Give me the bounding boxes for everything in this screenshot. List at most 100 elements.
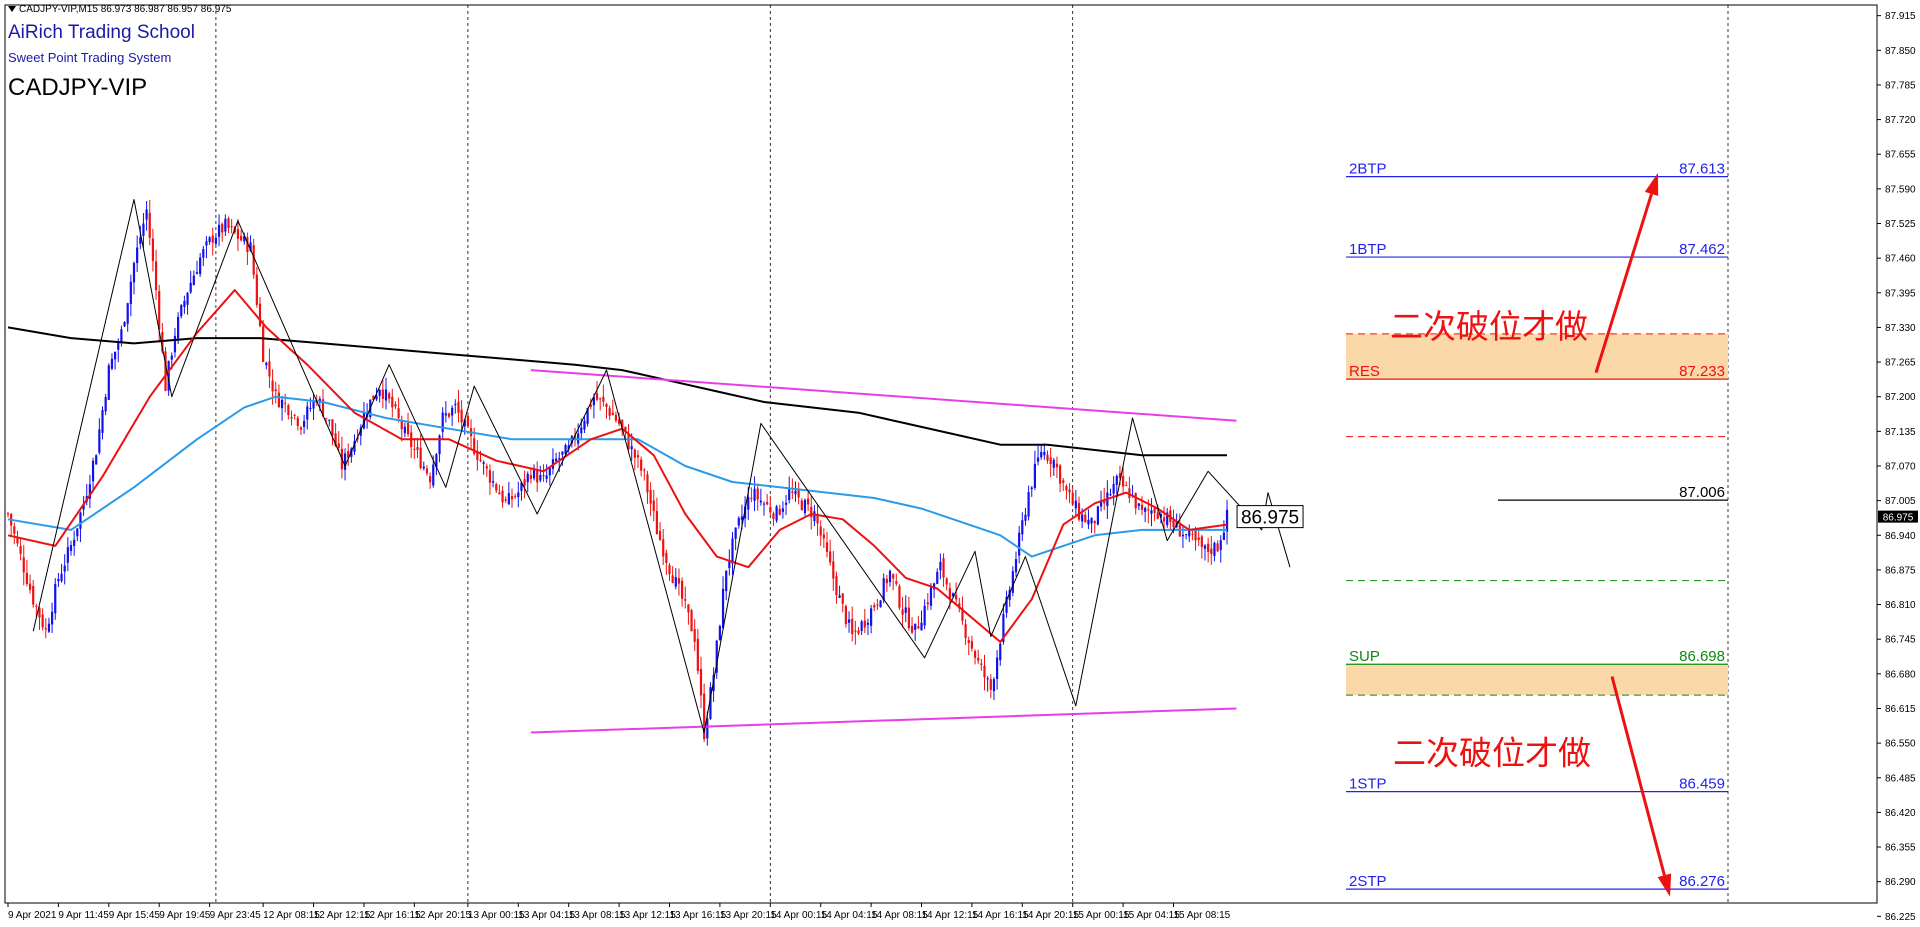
y-tick-label: 87.265: [1885, 358, 1916, 369]
candle-body: [1074, 500, 1077, 509]
x-tick-label: 14 Apr 08:15: [871, 910, 928, 921]
x-tick-label: 9 Apr 2021: [8, 910, 57, 921]
y-tick-label: 86.745: [1885, 635, 1916, 646]
candle-body: [980, 663, 983, 665]
candle-body: [284, 402, 287, 404]
x-tick-label: 14 Apr 04:15: [821, 910, 878, 921]
price-chart[interactable]: 87.915 87.850 87.785 87.720 87.655 87.590 87.5…: [0, 0, 1920, 927]
candle-body: [432, 464, 435, 486]
candle-body: [1011, 571, 1014, 593]
candle-body: [1115, 475, 1118, 485]
candle-body: [892, 574, 895, 579]
candle-body: [1156, 512, 1159, 519]
candle-body: [1162, 517, 1166, 522]
y-tick-label: 86.615: [1885, 704, 1916, 715]
candle-body: [718, 626, 721, 640]
candle-body: [731, 538, 734, 564]
candle-body: [142, 223, 145, 236]
candle-body: [498, 492, 501, 495]
candle-body: [271, 380, 274, 392]
candle-body: [542, 474, 545, 477]
candle-body: [955, 594, 958, 600]
candle-body: [605, 404, 608, 408]
candle-body: [759, 500, 762, 503]
y-tick-label: 87.070: [1885, 461, 1916, 472]
candle-body: [803, 499, 807, 514]
y-tick-label: 87.590: [1885, 184, 1916, 195]
candle-body: [170, 355, 173, 360]
candle-body: [189, 282, 192, 293]
level-value-1stp: 86.459: [1679, 776, 1725, 793]
candle-body: [690, 610, 693, 632]
candle-body: [1122, 476, 1125, 487]
candle-body: [926, 602, 929, 605]
x-tick-label: 9 Apr 11:45: [58, 910, 109, 921]
candle-body: [1046, 454, 1049, 461]
candle-body: [1172, 520, 1175, 527]
candle-body: [180, 305, 183, 317]
channel-upper-line: [530, 369, 1237, 422]
candle-body: [158, 291, 161, 330]
y-tick-label: 87.915: [1885, 11, 1916, 22]
y-tick-label: 87.525: [1885, 219, 1916, 230]
candle-body: [633, 449, 636, 458]
candle-body: [973, 651, 977, 658]
candle-body: [236, 229, 240, 239]
candle-body: [580, 427, 583, 434]
candle-body: [996, 657, 999, 679]
candle-body: [923, 605, 926, 626]
candle-body: [1219, 540, 1222, 551]
candle-body: [1210, 548, 1213, 555]
candle-body: [1077, 503, 1081, 520]
candle-body: [104, 397, 107, 412]
candle-body: [262, 326, 265, 363]
candle-body: [287, 405, 290, 416]
candle-body: [425, 468, 429, 474]
candle-body: [79, 512, 82, 529]
candle-body: [230, 225, 233, 227]
candle-body: [293, 414, 296, 416]
level-label-1stp: 1STP: [1349, 776, 1387, 793]
candle-body: [829, 551, 832, 563]
candle-body: [863, 620, 866, 628]
y-tick-label: 87.655: [1885, 150, 1916, 161]
candle-body: [640, 459, 643, 471]
candle-body: [813, 511, 816, 522]
candle-body: [873, 605, 876, 608]
candle-body: [788, 489, 791, 501]
candle-body: [397, 408, 400, 418]
candle-body: [1081, 514, 1084, 522]
candle-body: [457, 401, 460, 413]
y-tick-label: 86.940: [1885, 531, 1916, 542]
ma-blue-line: [7, 395, 1227, 558]
candle-body: [66, 547, 69, 563]
candle-body: [205, 241, 208, 246]
candle-body: [1036, 457, 1040, 462]
y-tick-label: 86.810: [1885, 600, 1916, 611]
candle-body: [13, 526, 16, 534]
candle-body: [652, 500, 655, 512]
candle-body: [73, 539, 76, 546]
candle-body: [860, 621, 863, 631]
x-tick-label: 9 Apr 15:45: [109, 910, 161, 921]
level-value-1btp: 87.462: [1679, 241, 1725, 258]
candle-body: [1225, 509, 1229, 532]
candle-body: [819, 526, 822, 536]
candle-body: [999, 643, 1002, 661]
arrow-lower: [1610, 676, 1672, 897]
candle-body: [1062, 480, 1065, 483]
candle-body: [832, 561, 835, 579]
candle-body: [1087, 519, 1090, 525]
candle-body: [1144, 508, 1147, 512]
candle-body: [781, 508, 784, 512]
candle-body: [186, 292, 189, 305]
y-tick-label: 86.355: [1885, 843, 1916, 854]
candle-body: [510, 496, 514, 500]
candle-body: [879, 600, 882, 608]
candle-body: [608, 408, 611, 416]
candle-body: [1068, 489, 1071, 493]
candle-body: [1059, 465, 1062, 484]
candle-body: [936, 571, 939, 584]
candle-body: [1049, 457, 1052, 464]
candle-body: [114, 351, 117, 360]
